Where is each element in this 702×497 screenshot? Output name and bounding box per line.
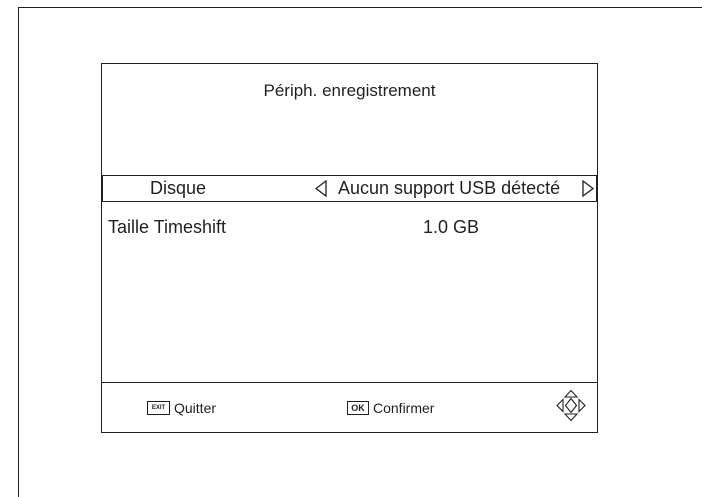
dialog-title: Périph. enregistrement [263,81,436,100]
navigation-dpad-icon [556,389,586,422]
setting-label-timeshift: Taille Timeshift [108,217,227,237]
setting-value-disque: Aucun support USB détecté [338,178,561,198]
arrow-right-icon[interactable] [582,180,594,197]
ok-label: Confirmer [373,400,435,416]
setting-value-timeshift: 1.0 GB [423,217,480,237]
setting-row-disque[interactable]: Disque Aucun support USB détecté [102,175,597,202]
ok-key-icon: OK [347,401,369,415]
footer-divider [102,382,597,383]
setting-row-timeshift[interactable]: Taille Timeshift 1.0 GB [102,215,597,241]
recording-device-dialog: Périph. enregistrement Disque Aucun supp… [101,63,598,433]
exit-key-icon: EXIT [147,401,170,415]
exit-label: Quitter [174,400,217,416]
ok-hint[interactable]: OK Confirmer [347,399,434,417]
exit-hint[interactable]: EXIT Quitter [147,399,216,417]
setting-label-disque: Disque [150,178,207,198]
arrow-left-icon[interactable] [315,180,327,197]
